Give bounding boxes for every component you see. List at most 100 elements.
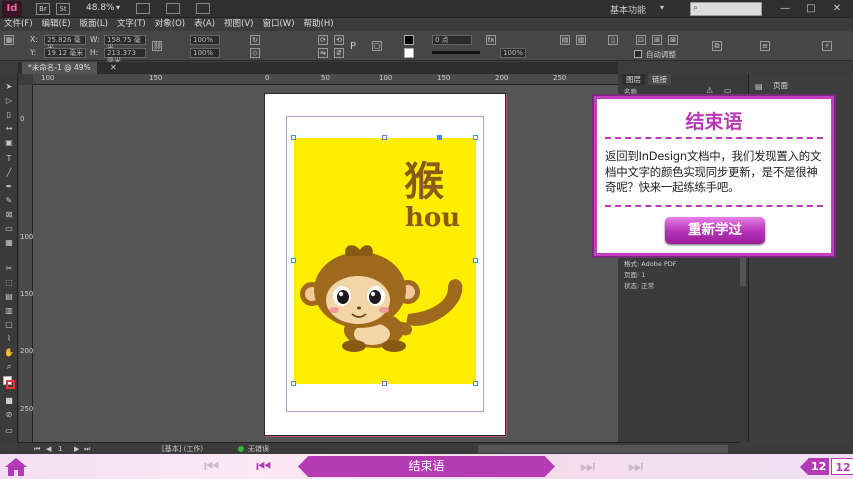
tab-close-icon[interactable]: ✕ <box>110 62 117 74</box>
eyedropper-tool-icon[interactable]: ⌇ <box>3 334 15 344</box>
constrain-proportions-icon[interactable]: ⛓ <box>152 41 162 51</box>
frame-handle[interactable] <box>473 135 478 140</box>
direct-selection-tool-icon[interactable]: ▷ <box>3 96 15 106</box>
opacity-field[interactable]: 100% <box>500 48 526 58</box>
next-slide-icon[interactable]: ⏭ <box>580 459 595 476</box>
tab-document[interactable]: *未命名-1 @ 49% <box>22 62 97 74</box>
arrange-docs-icon[interactable] <box>196 3 210 14</box>
close-button[interactable]: ✕ <box>826 1 848 17</box>
menu-view[interactable]: 视图(V) <box>224 18 253 31</box>
panel-menu-icon[interactable]: ≡ <box>760 41 770 51</box>
frame-handle[interactable] <box>382 135 387 140</box>
y-field[interactable]: 19.12 毫米 <box>44 48 86 58</box>
x-field[interactable]: 25.826 毫米 <box>44 35 86 52</box>
stroke-weight-field[interactable]: 0 点 <box>432 35 472 45</box>
frame-handle[interactable] <box>291 258 296 263</box>
scale-x-field[interactable]: 100% <box>190 35 220 45</box>
h-field[interactable]: 213.373 毫米 <box>104 48 146 65</box>
free-transform-tool-icon[interactable]: ⬚ <box>3 278 15 288</box>
frame-handle[interactable] <box>382 381 387 386</box>
menu-table[interactable]: 表(A) <box>194 18 215 31</box>
apply-none-icon[interactable]: ⊘ <box>3 410 15 420</box>
tab-pages[interactable]: 页面 <box>769 80 792 91</box>
frame-handle[interactable] <box>473 258 478 263</box>
zoom-tool-icon[interactable]: ⌕ <box>3 362 15 372</box>
rotate-icon[interactable]: ↻ <box>250 35 260 45</box>
workspace-dropdown-icon[interactable]: ▾ <box>660 3 664 12</box>
screen-mode-tool-icon[interactable]: ▭ <box>3 426 15 436</box>
shear-icon[interactable]: ◇ <box>250 48 260 58</box>
fit-content-icon[interactable]: ⊡ <box>636 35 646 45</box>
wrap-object-icon[interactable]: ▥ <box>576 35 586 45</box>
maximize-button[interactable]: □ <box>800 1 822 17</box>
menu-layout[interactable]: 版面(L) <box>80 18 108 31</box>
workspace-switcher[interactable]: 基本功能 <box>610 3 646 16</box>
stroke-type-selector[interactable] <box>432 51 480 54</box>
stock-button[interactable]: St <box>56 3 70 15</box>
menu-edit[interactable]: 编辑(E) <box>42 18 71 31</box>
menu-file[interactable]: 文件(F) <box>4 18 33 31</box>
reference-point-icon[interactable]: ▦ <box>4 35 14 45</box>
w-field[interactable]: 158.75 毫米 <box>104 35 146 52</box>
scissors-tool-icon[interactable]: ✂ <box>3 264 15 274</box>
links-info-scrollbar[interactable] <box>740 256 746 286</box>
stroke-color-icon[interactable] <box>6 380 15 389</box>
frame-handle[interactable] <box>473 381 478 386</box>
menu-type[interactable]: 文字(T) <box>117 18 146 31</box>
home-icon[interactable] <box>4 457 28 477</box>
minimize-button[interactable]: — <box>774 1 796 17</box>
tab-layers[interactable]: 图层 <box>622 74 645 85</box>
zoom-dropdown-icon[interactable]: ▾ <box>116 3 120 12</box>
fx-icon[interactable]: fx <box>486 35 496 45</box>
fill-frame-icon[interactable]: ⊠ <box>668 35 678 45</box>
gradient-swatch-tool-icon[interactable]: ▤ <box>3 292 15 302</box>
scale-y-field[interactable]: 100% <box>190 48 220 58</box>
fill-swatch[interactable] <box>404 35 414 45</box>
rotate-ccw-icon[interactable]: ⟲ <box>334 35 344 45</box>
line-tool-icon[interactable]: ╱ <box>3 168 15 178</box>
last-slide-icon[interactable]: ⏭ <box>628 459 643 476</box>
frame-handle[interactable] <box>437 135 442 140</box>
quick-apply-icon[interactable]: ⚡ <box>822 41 832 51</box>
frame-handle[interactable] <box>291 135 296 140</box>
flip-h-icon[interactable]: ⇋ <box>318 48 328 58</box>
fit-frame-icon[interactable]: ⊞ <box>652 35 662 45</box>
relearn-button[interactable]: 重新学过 <box>665 217 765 244</box>
rectangle-frame-tool-icon[interactable]: ⊠ <box>3 210 15 220</box>
first-slide-icon[interactable]: ⏮ <box>204 459 219 476</box>
selection-tool-icon[interactable]: ➤ <box>3 82 15 92</box>
view-options-icon[interactable] <box>136 3 150 14</box>
gradient-feather-tool-icon[interactable]: ▥ <box>3 306 15 316</box>
rectangle-tool-icon[interactable]: ▭ <box>3 224 15 234</box>
select-container-icon[interactable]: ▢ <box>372 41 382 51</box>
note-tool-icon[interactable]: ▢ <box>3 320 15 330</box>
menu-window[interactable]: 窗口(W) <box>262 18 294 31</box>
content-collector-icon[interactable]: ▣ <box>3 138 15 148</box>
gap-tool-icon[interactable]: ↔ <box>3 124 15 134</box>
hand-tool-icon[interactable]: ✋ <box>3 348 15 358</box>
pages-panel-icon[interactable]: ▤ <box>755 82 763 91</box>
pen-tool-icon[interactable]: ✒ <box>3 182 15 192</box>
search-input[interactable]: ⌕ <box>690 2 762 16</box>
screen-mode-icon[interactable] <box>166 3 180 14</box>
tab-links[interactable]: 链接 <box>648 74 671 85</box>
frame-handle[interactable] <box>291 381 296 386</box>
frame-fitting-icon[interactable]: ⧉ <box>712 41 722 51</box>
zoom-level[interactable]: 48.8% <box>86 3 115 13</box>
apply-color-icon[interactable]: ■ <box>3 396 15 406</box>
prev-slide-icon[interactable]: ⏮ <box>256 459 271 476</box>
menu-help[interactable]: 帮助(H) <box>304 18 334 31</box>
table-tool-icon[interactable]: ▦ <box>3 238 15 248</box>
align-icon[interactable]: ▯ <box>608 35 618 45</box>
bridge-button[interactable]: Br <box>36 3 50 15</box>
wrap-icon[interactable]: ▤ <box>560 35 570 45</box>
page-tool-icon[interactable]: ▯ <box>3 110 15 120</box>
stroke-swatch[interactable] <box>404 48 414 58</box>
flip-v-icon[interactable]: ⇵ <box>334 48 344 58</box>
auto-fit-checkbox[interactable] <box>634 50 642 58</box>
menu-object[interactable]: 对象(O) <box>155 18 185 31</box>
horizontal-scrollbar[interactable] <box>478 445 728 453</box>
type-tool-icon[interactable]: T <box>3 154 15 164</box>
pencil-tool-icon[interactable]: ✎ <box>3 196 15 206</box>
rotate-cw-icon[interactable]: ⟳ <box>318 35 328 45</box>
